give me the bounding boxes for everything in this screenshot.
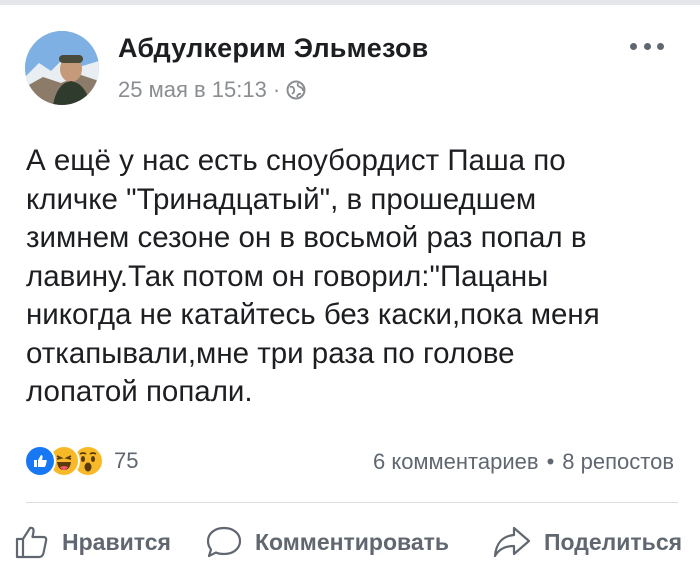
globe-icon[interactable]: [286, 80, 306, 100]
share-icon: [493, 526, 531, 558]
comment-label: Комментировать: [255, 528, 450, 555]
like-button[interactable]: Нравится: [14, 524, 171, 560]
share-button[interactable]: Поделиться: [492, 524, 682, 560]
engagement-counts: 6 комментариев • 8 репостов: [373, 449, 674, 475]
author-name[interactable]: Абдулкерим Эльмезов: [118, 33, 428, 64]
avatar[interactable]: [25, 31, 99, 105]
like-label: Нравится: [62, 528, 171, 555]
more-options-icon[interactable]: [630, 43, 664, 53]
counts-separator: •: [546, 449, 555, 474]
more-dot: [630, 43, 637, 50]
comments-count[interactable]: 6 комментариев: [373, 449, 539, 475]
post-card: Абдулкерим Эльмезов 25 мая в 15:13 · А е…: [0, 5, 700, 583]
post-meta: 25 мая в 15:13 ·: [118, 77, 306, 103]
share-label: Поделиться: [544, 528, 683, 555]
post-timestamp[interactable]: 25 мая в 15:13: [118, 77, 267, 103]
post-text: А ещё у нас есть сноубордист Паша по кли…: [26, 144, 600, 408]
comment-button[interactable]: Комментировать: [205, 524, 449, 560]
thumbs-up-icon: [15, 526, 48, 559]
action-bar: Нравится Комментировать Поделиться: [0, 524, 700, 574]
like-icon: [24, 445, 56, 477]
more-dot: [643, 43, 651, 50]
reaction-count: 75: [114, 448, 139, 473]
reactions-summary[interactable]: 75: [24, 445, 138, 477]
avatar-photo: [25, 31, 99, 105]
meta-separator: ·: [272, 77, 281, 102]
comment-icon: [206, 526, 242, 558]
shares-count[interactable]: 8 репостов: [562, 449, 674, 475]
divider: [26, 502, 678, 503]
more-dot: [657, 43, 664, 50]
